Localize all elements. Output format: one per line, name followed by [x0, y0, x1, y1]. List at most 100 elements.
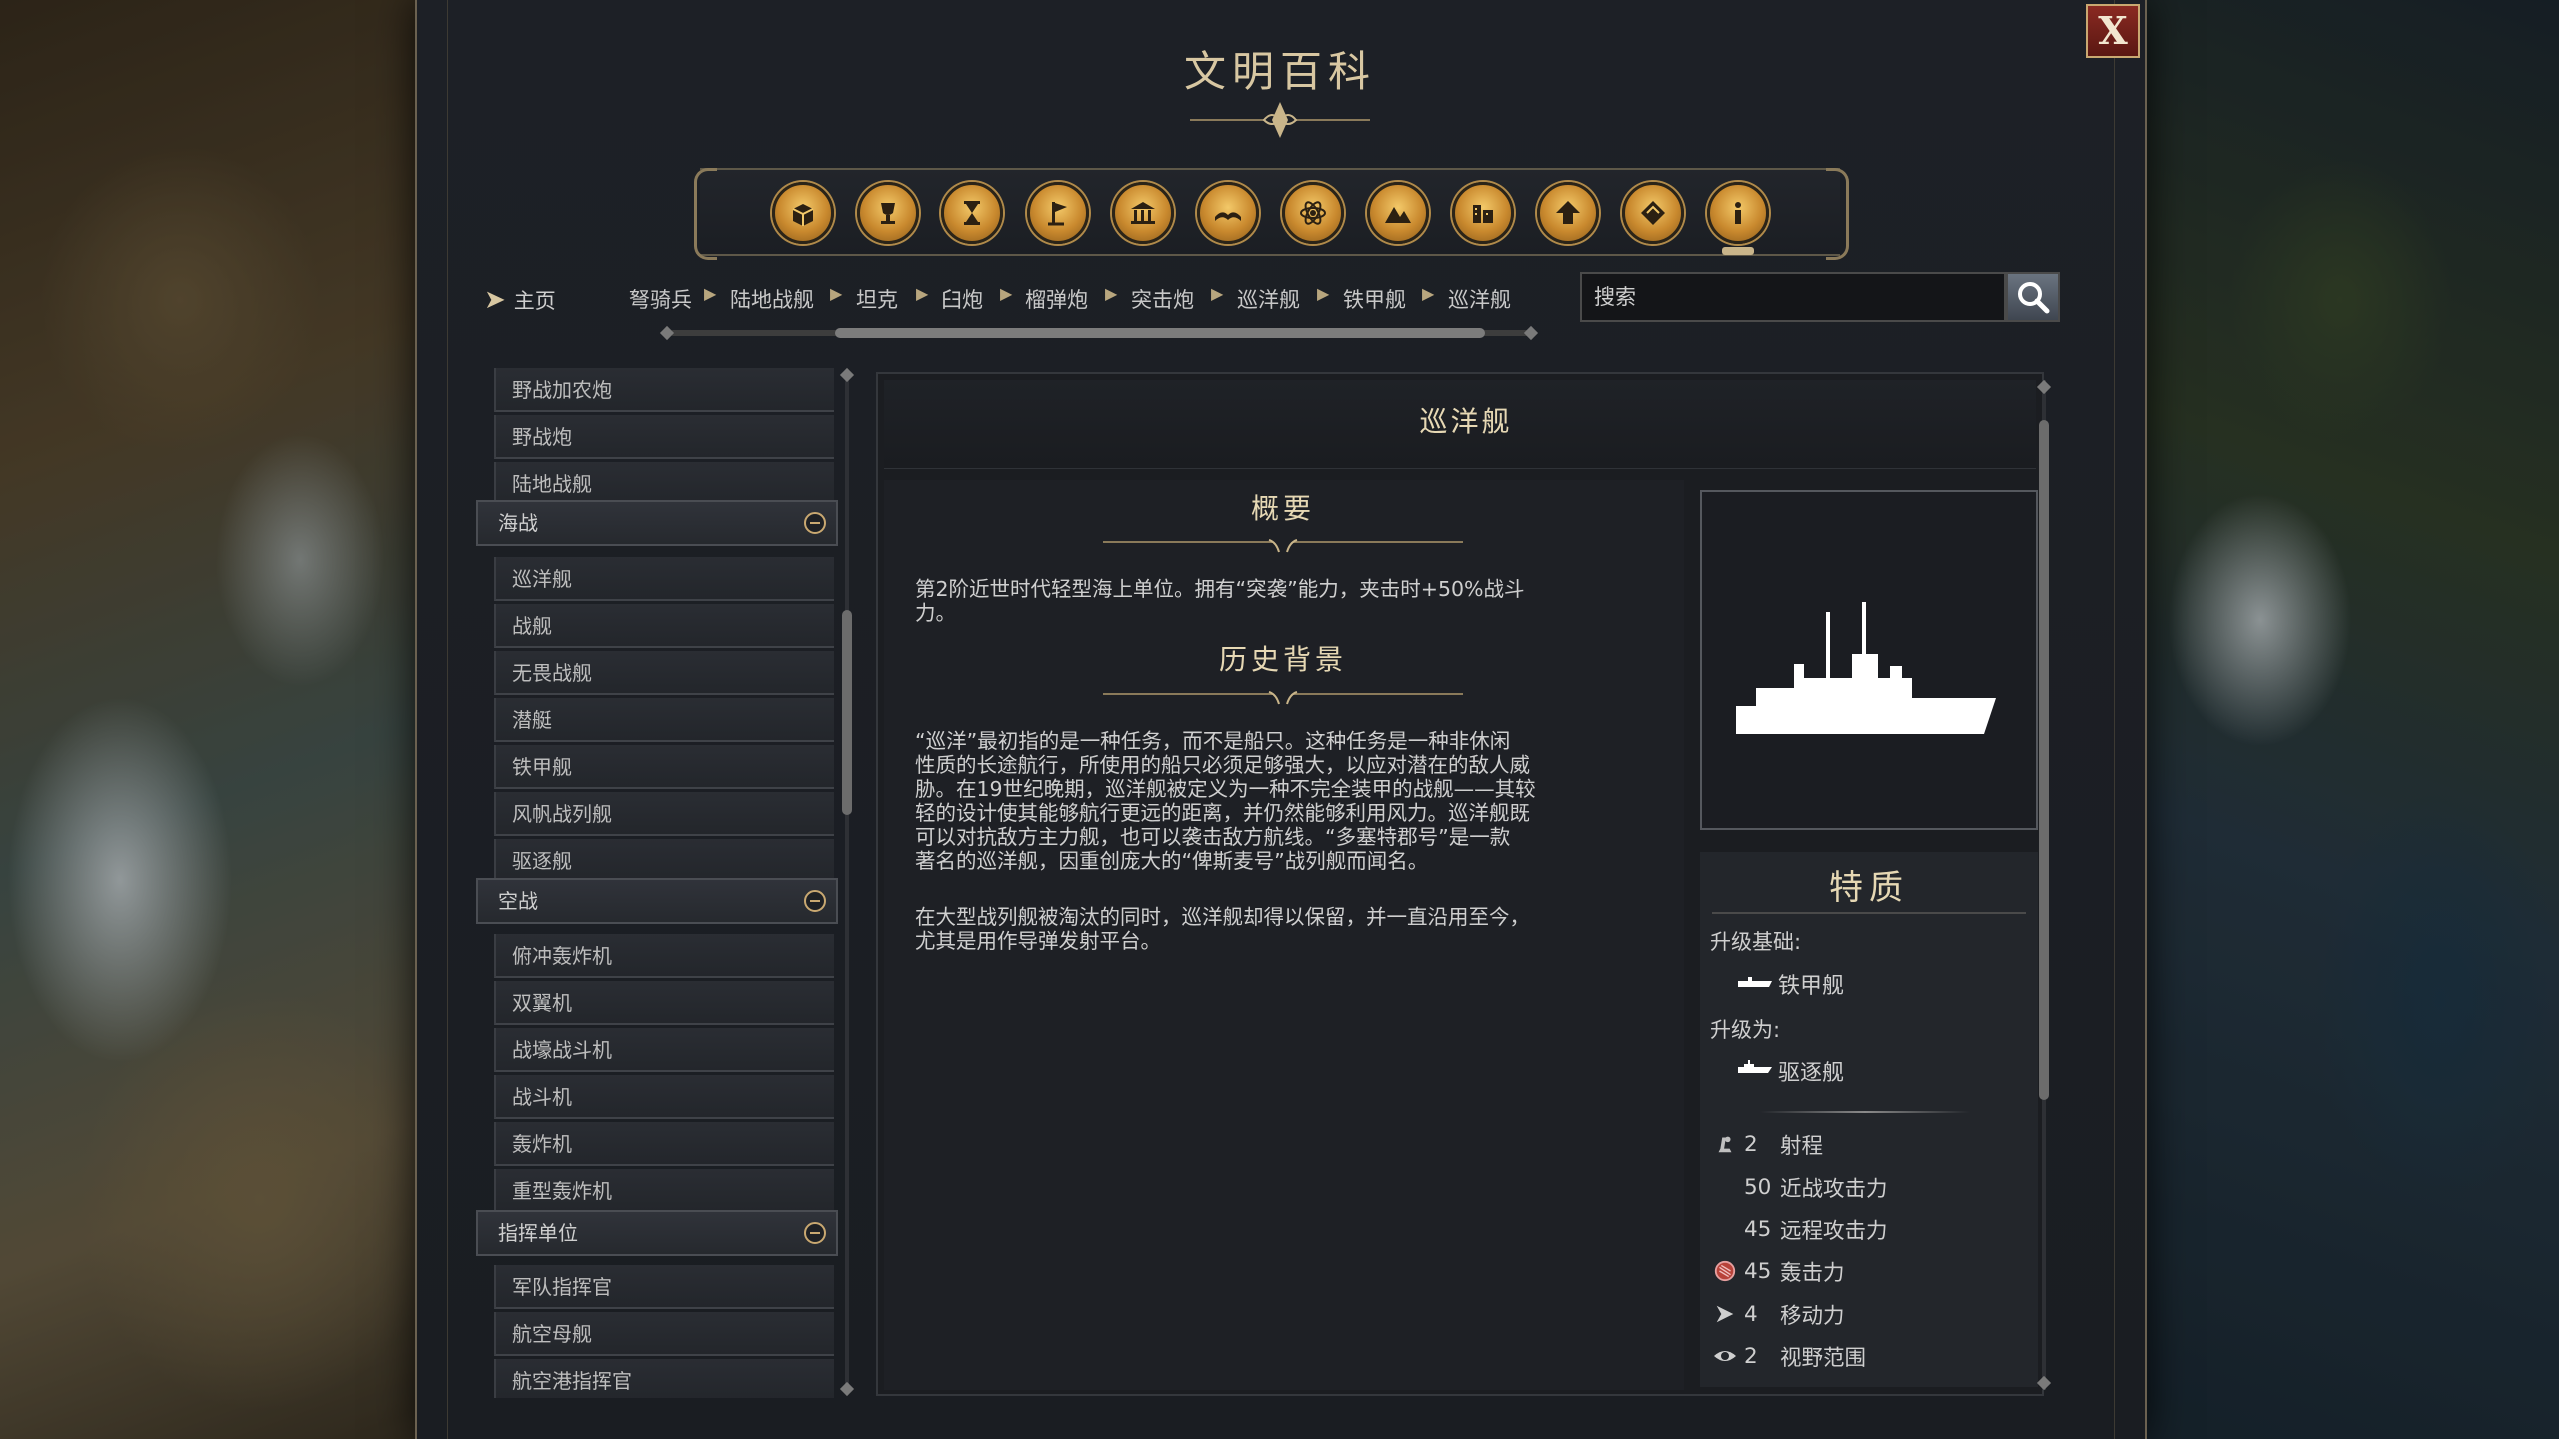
- unit-portrait: [1700, 490, 2038, 830]
- list-item[interactable]: 军队指挥官: [494, 1265, 834, 1309]
- history-text-2: 在大型战列舰被淘汰的同时，巡洋舰却得以保留，并一直沿用至今， 尤其是用作导弹发射…: [915, 905, 1530, 953]
- breadcrumb-chevron-icon: ▶: [1317, 284, 1330, 303]
- back-arrow-icon: ➤: [484, 285, 506, 315]
- upgrade-from-label: 升级基础:: [1710, 930, 1802, 954]
- breadcrumb-item[interactable]: 突击炮: [1131, 284, 1194, 314]
- stat-range: 2 射程: [1712, 1129, 1823, 1159]
- category-city-icon[interactable]: [1452, 182, 1514, 244]
- unit-list: 野战加农炮 野战炮 陆地战舰 海战 巡洋舰 战舰 无畏战舰 潜艇 铁甲舰 风帆战…: [476, 368, 848, 1398]
- ironclad-ship-icon: [1738, 977, 1772, 987]
- breadcrumb-chevron-icon: ▶: [916, 284, 929, 303]
- active-category-indicator: [1722, 247, 1754, 255]
- breadcrumb-chevron-icon: ▶: [1105, 284, 1118, 303]
- stat-bombard: 45 轰击力: [1712, 1256, 1845, 1286]
- list-item[interactable]: 驱逐舰: [494, 839, 834, 883]
- list-scroll-thumb[interactable]: [842, 610, 852, 815]
- category-book-icon[interactable]: [1197, 182, 1259, 244]
- list-group-naval[interactable]: 海战: [476, 500, 838, 546]
- collapse-icon[interactable]: [804, 1222, 826, 1244]
- breadcrumb-item[interactable]: 陆地战舰: [730, 284, 814, 314]
- search-input[interactable]: 搜索: [1580, 272, 2006, 322]
- category-atom-icon[interactable]: [1282, 182, 1344, 244]
- trophy-icon: [881, 203, 895, 224]
- crates-icon: [792, 204, 814, 226]
- list-item[interactable]: 俯冲轰炸机: [494, 934, 834, 978]
- window-title: 文明百科: [1183, 47, 1376, 96]
- list-item[interactable]: 无畏战舰: [494, 651, 834, 695]
- search-icon: [2018, 282, 2050, 314]
- list-item[interactable]: 野战加农炮: [494, 368, 834, 412]
- category-trophy-icon[interactable]: [857, 182, 919, 244]
- list-item[interactable]: 潜艇: [494, 698, 834, 742]
- upgrade-to-label: 升级为:: [1710, 1018, 1781, 1042]
- breadcrumb-chevron-icon: ▶: [1422, 284, 1435, 303]
- list-item[interactable]: 航空港指挥官: [494, 1359, 834, 1398]
- category-crates-icon[interactable]: [772, 182, 834, 244]
- upgrade-from-unit[interactable]: 铁甲舰: [1778, 968, 1844, 1000]
- hourglass-icon: [964, 201, 980, 225]
- home-button[interactable]: ➤ 主页: [484, 282, 556, 318]
- eye-icon: [1712, 1343, 1738, 1369]
- search-button[interactable]: [2006, 272, 2060, 322]
- breadcrumb-chevron-icon: ▶: [704, 284, 717, 303]
- category-hourglass-icon[interactable]: [941, 182, 1003, 244]
- category-upgrade-arrow-icon[interactable]: [1537, 182, 1599, 244]
- stat-melee: 50 近战攻击力: [1744, 1174, 1888, 1202]
- bombard-icon: [1712, 1258, 1738, 1284]
- atom-icon: [1300, 201, 1326, 225]
- category-mountain-icon[interactable]: [1367, 182, 1429, 244]
- list-item[interactable]: 铁甲舰: [494, 745, 834, 789]
- stat-ranged: 45 远程攻击力: [1744, 1216, 1888, 1244]
- list-item[interactable]: 重型轰炸机: [494, 1169, 834, 1213]
- breadcrumb-scroll-thumb[interactable]: [835, 328, 1485, 338]
- collapse-icon[interactable]: [804, 890, 826, 912]
- book-icon: [1215, 212, 1241, 221]
- breadcrumb-chevron-icon: ▶: [1000, 284, 1013, 303]
- breadcrumb-item[interactable]: 坦克: [856, 284, 898, 314]
- home-label: 主页: [513, 289, 556, 313]
- destroyer-ship-icon: [1738, 1060, 1772, 1073]
- movement-icon: [1712, 1301, 1738, 1327]
- heading-ornament: [1103, 539, 1463, 553]
- list-item[interactable]: 战壕战斗机: [494, 1028, 834, 1072]
- upgrade-to-unit[interactable]: 驱逐舰: [1778, 1055, 1844, 1087]
- info-icon: [1735, 202, 1741, 224]
- breadcrumb-item[interactable]: 巡洋舰: [1237, 284, 1300, 314]
- mountain-icon: [1385, 207, 1411, 223]
- article-scroll-thumb[interactable]: [2039, 420, 2049, 1100]
- list-item[interactable]: 战斗机: [494, 1075, 834, 1119]
- list-group-command[interactable]: 指挥单位: [476, 1210, 838, 1256]
- overview-text: 第2阶近世时代轻型海上单位。拥有“突袭”能力，夹击时+50%战斗 力。: [915, 577, 1525, 625]
- category-building-icon[interactable]: [1112, 182, 1174, 244]
- breadcrumb-item[interactable]: 铁甲舰: [1343, 284, 1406, 314]
- close-button[interactable]: X: [2086, 4, 2140, 58]
- breadcrumb-chevron-icon: ▶: [830, 284, 843, 303]
- list-group-air[interactable]: 空战: [476, 878, 838, 924]
- list-item[interactable]: 野战炮: [494, 415, 834, 459]
- list-item[interactable]: 风帆战列舰: [494, 792, 834, 836]
- list-item[interactable]: 战舰: [494, 604, 834, 648]
- overview-heading: 概要: [1250, 492, 1315, 525]
- collapse-icon[interactable]: [804, 512, 826, 534]
- list-item[interactable]: 双翼机: [494, 981, 834, 1025]
- category-info-icon[interactable]: [1707, 182, 1769, 244]
- list-item[interactable]: 轰炸机: [494, 1122, 834, 1166]
- breadcrumb-item[interactable]: 巡洋舰: [1448, 284, 1511, 314]
- category-flag-icon[interactable]: [1027, 182, 1089, 244]
- building-icon: [1131, 202, 1155, 224]
- cruiser-ship-icon: [1736, 602, 1996, 734]
- flag-icon: [1048, 202, 1067, 226]
- category-map-icon[interactable]: [1622, 182, 1684, 244]
- breadcrumb-item[interactable]: 榴弹炮: [1025, 284, 1088, 314]
- breadcrumb-item[interactable]: 弩骑兵: [629, 284, 692, 314]
- list-item[interactable]: 巡洋舰: [494, 557, 834, 601]
- list-item[interactable]: 航空母舰: [494, 1312, 834, 1356]
- history-heading: 历史背景: [1218, 643, 1347, 676]
- heading-ornament: [1103, 691, 1463, 705]
- list-scrollbar[interactable]: [845, 372, 849, 1392]
- breadcrumb-item[interactable]: 臼炮: [941, 284, 983, 314]
- stat-sight: 2 视野范围: [1712, 1341, 1866, 1371]
- map-background-left: [0, 0, 420, 1439]
- article-title: 巡洋舰: [1419, 405, 1513, 438]
- upgrade-arrow-icon: [1556, 201, 1580, 224]
